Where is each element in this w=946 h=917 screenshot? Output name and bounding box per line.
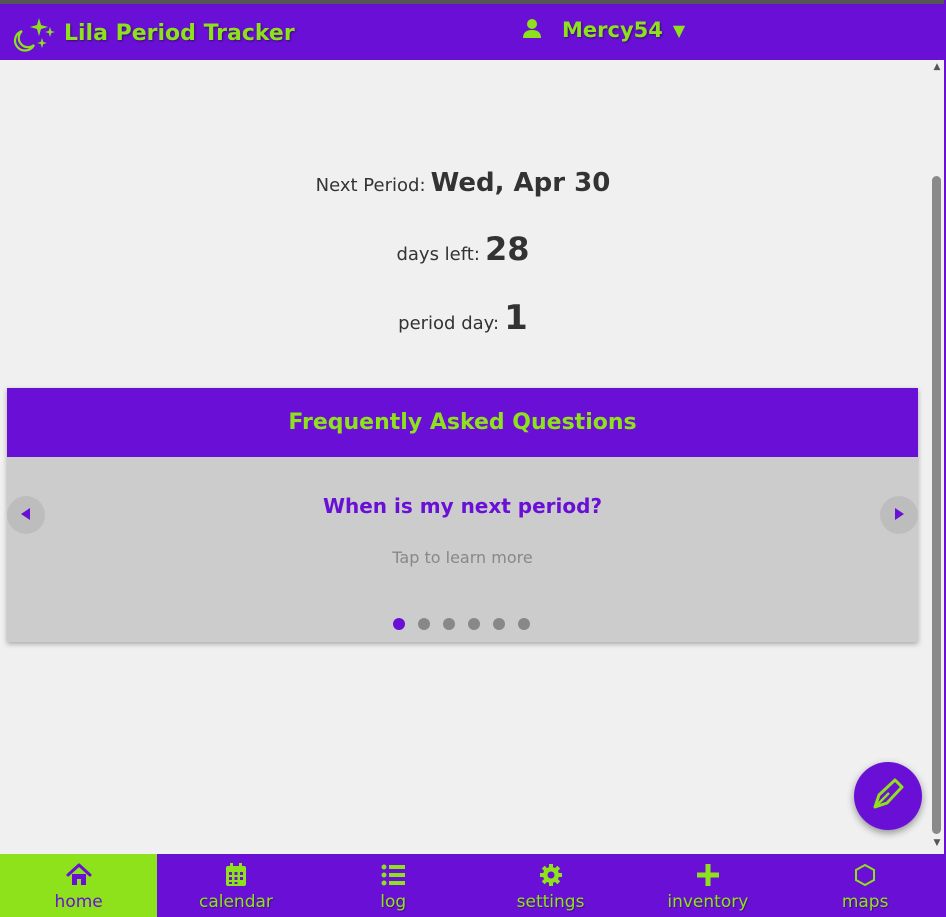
nav-inventory[interactable]: inventory [629,854,786,917]
nav-settings-label: settings [516,892,585,912]
carousel-dot[interactable] [518,618,530,630]
faq-hint: Tap to learn more [392,548,533,567]
days-left-label: days left: [396,244,480,265]
log-entry-fab[interactable] [854,762,922,830]
user-icon [522,18,542,42]
brand-link[interactable]: Lila Period Tracker [12,14,295,52]
nav-calendar-label: calendar [198,892,273,912]
carousel-dot[interactable] [418,618,430,630]
plus-icon [696,862,720,888]
triangle-left-icon [19,506,33,525]
nav-maps[interactable]: maps [786,854,943,917]
scrollbar-thumb[interactable] [932,176,941,834]
carousel-dot[interactable] [443,618,455,630]
scroll-down-arrow[interactable]: ▼ [930,838,944,850]
app-header: Lila Period Tracker Mercy54 ▼ [0,4,944,60]
bottom-nav: home calendar log settings inventory map… [0,854,944,917]
home-icon [66,862,92,888]
days-left-value: 28 [485,230,530,268]
nav-home[interactable]: home [0,854,158,917]
next-period-stat: Next Period: Wed, Apr 30 [0,168,926,198]
calendar-icon [225,862,247,888]
next-period-label: Next Period: [315,175,426,196]
nav-inventory-label: inventory [667,892,749,912]
faq-header: Frequently Asked Questions [7,388,918,457]
faq-question[interactable]: When is my next period? [7,494,918,518]
carousel-dot[interactable] [393,618,405,630]
faq-title: Frequently Asked Questions [288,410,637,435]
chevron-down-icon: ▼ [672,20,686,40]
days-left-stat: days left: 28 [0,230,926,268]
main-content: Next Period: Wed, Apr 30 days left: 28 p… [0,60,930,854]
nav-log-label: log [380,892,407,912]
carousel-next-button[interactable] [880,496,918,534]
app-title: Lila Period Tracker [64,20,295,46]
carousel-dot[interactable] [493,618,505,630]
faq-carousel: Frequently Asked Questions When is my ne… [7,388,918,642]
moon-stars-icon [12,14,58,52]
scroll-up-arrow[interactable]: ▲ [930,62,944,74]
period-day-value: 1 [504,298,528,338]
nav-calendar[interactable]: calendar [157,854,314,917]
carousel-dots [393,618,530,630]
pen-icon [869,775,907,817]
carousel-dot[interactable] [468,618,480,630]
list-icon [381,862,406,888]
nav-maps-label: maps [841,892,889,912]
user-menu[interactable]: Mercy54 ▼ [522,18,685,42]
next-period-value: Wed, Apr 30 [430,168,611,198]
period-day-stat: period day: 1 [0,298,926,338]
nav-home-label: home [54,892,103,912]
nav-log[interactable]: log [315,854,472,917]
username: Mercy54 [562,18,663,42]
carousel-prev-button[interactable] [7,496,45,534]
hexagon-icon [853,862,877,888]
gear-icon [539,862,563,888]
period-day-label: period day: [398,313,500,334]
scrollbar[interactable]: ▲ ▼ [930,60,944,854]
nav-settings[interactable]: settings [472,854,629,917]
triangle-right-icon [892,506,906,525]
